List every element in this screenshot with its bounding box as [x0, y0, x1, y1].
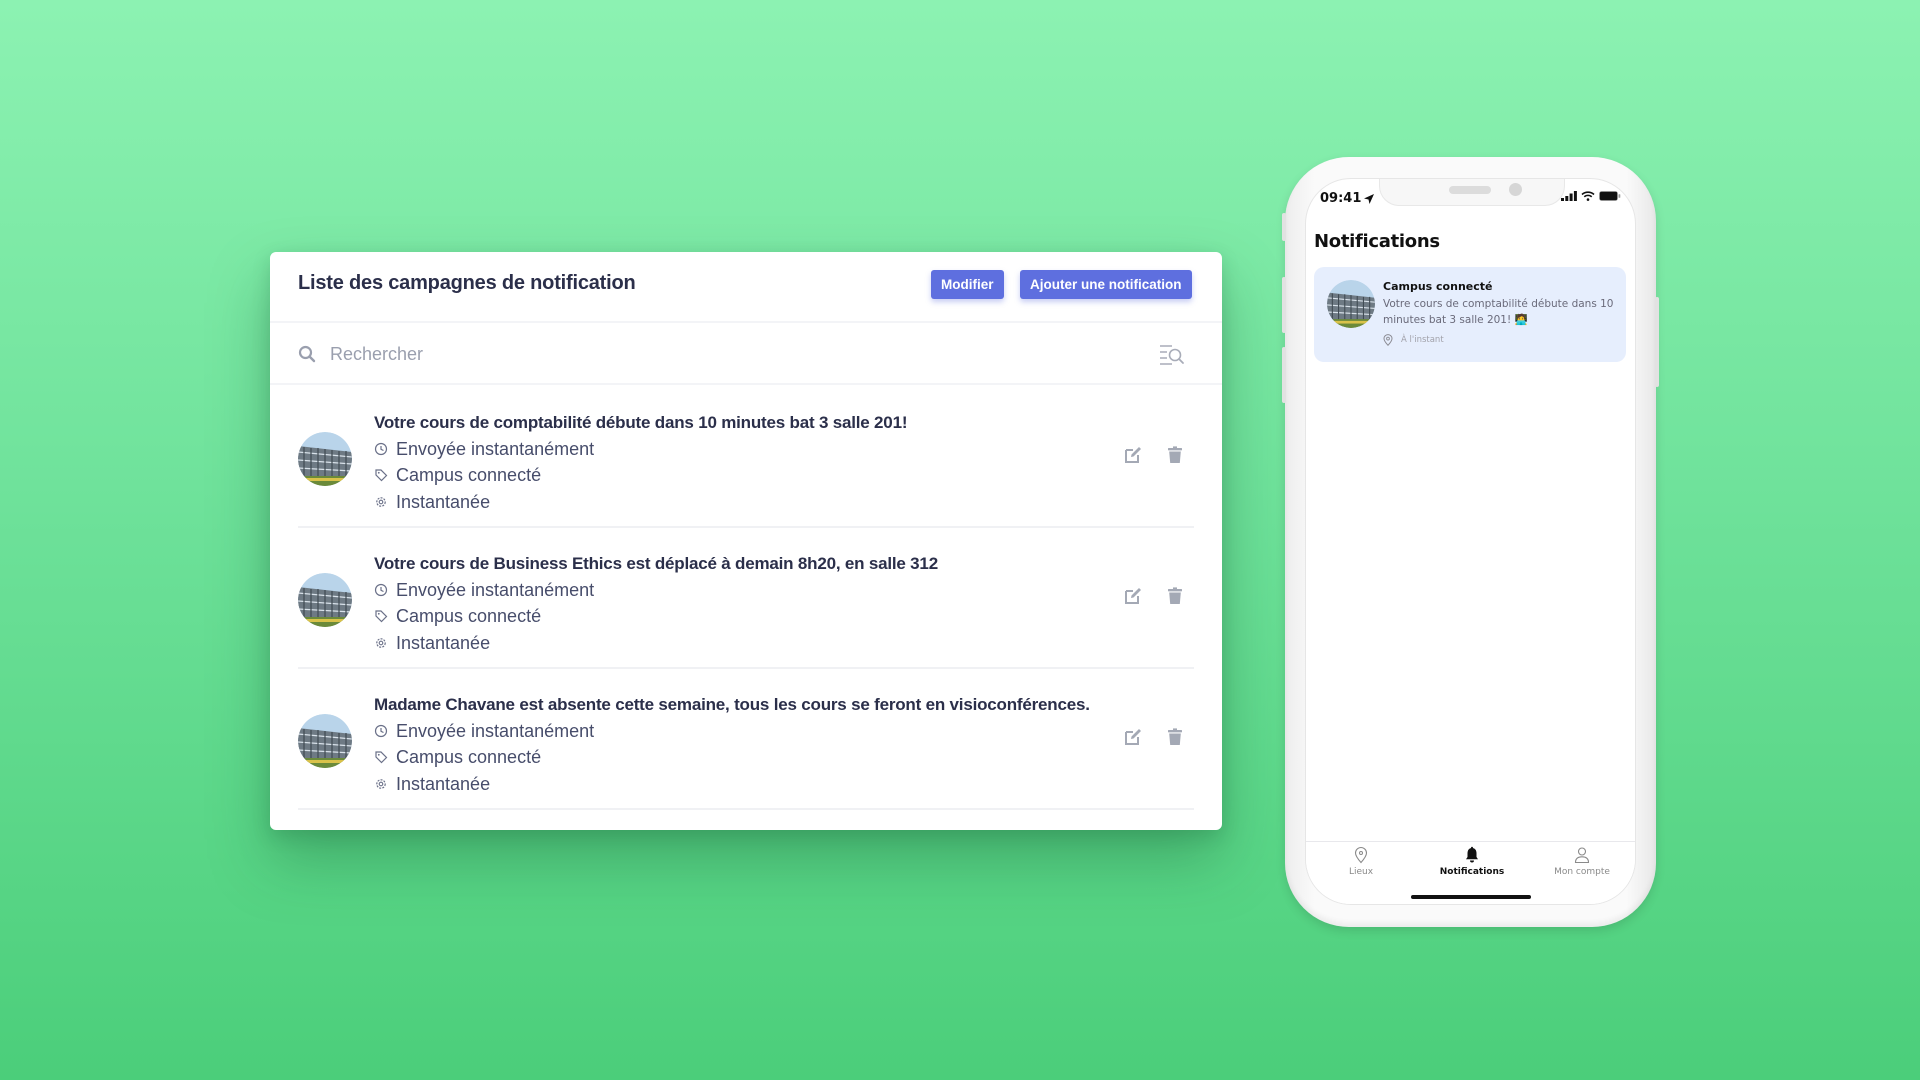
tab-notifications[interactable]: Notifications — [1417, 842, 1527, 892]
speaker-grille — [1449, 186, 1491, 194]
gear-icon — [376, 638, 386, 648]
bell-icon — [1466, 846, 1478, 863]
clock-icon — [374, 724, 388, 738]
notification-card[interactable]: Campus connecté Votre cours de comptabil… — [1314, 267, 1626, 362]
user-icon — [1574, 847, 1590, 864]
trash-icon[interactable] — [1164, 585, 1186, 607]
panel-header: Liste des campagnes de notification Modi… — [270, 252, 1222, 323]
trash-icon[interactable] — [1164, 726, 1186, 748]
gear-icon — [376, 779, 386, 789]
campaign-row[interactable]: Votre cours de comptabilité débute dans … — [298, 387, 1194, 528]
campaign-row[interactable]: Votre cours de Business Ethics est dépla… — [298, 528, 1194, 669]
campaign-row[interactable]: Madame Chavane est absente cette semaine… — [298, 669, 1194, 810]
phone-power-button — [1655, 297, 1659, 387]
edit-icon[interactable] — [1122, 444, 1144, 466]
search-icon — [298, 345, 316, 363]
edit-icon[interactable] — [1122, 726, 1144, 748]
notification-time: À l'instant — [1383, 334, 1444, 346]
status-bar-time: 09:41 — [1320, 191, 1375, 206]
phone-mute-switch — [1282, 213, 1286, 241]
home-indicator[interactable] — [1411, 895, 1531, 899]
campaign-tag: Campus connecté — [374, 745, 541, 769]
campaign-title: Votre cours de comptabilité débute dans … — [374, 413, 908, 432]
map-pin-icon — [1383, 334, 1393, 346]
notifications-screen-title: Notifications — [1314, 231, 1440, 252]
campaign-tag: Campus connecté — [374, 604, 541, 628]
status-bar-icons — [1561, 191, 1621, 201]
campaign-type: Instantanée — [374, 490, 490, 514]
tab-lieux[interactable]: Lieux — [1306, 842, 1416, 892]
campus-building-avatar — [298, 432, 352, 486]
campaign-title: Votre cours de Business Ethics est dépla… — [374, 554, 938, 573]
phone-mockup: 09:41 Notifications Campus connecté Votr… — [1282, 157, 1659, 927]
notification-body: Votre cours de comptabilité débute dans … — [1383, 298, 1614, 326]
campaign-sent-status: Envoyée instantanément — [374, 437, 594, 461]
campaign-type: Instantanée — [374, 772, 490, 796]
add-notification-button[interactable]: Ajouter une notification — [1020, 270, 1192, 299]
phone-volume-down — [1282, 347, 1286, 403]
wifi-icon — [1581, 191, 1595, 201]
campaign-tag: Campus connecté — [374, 463, 541, 487]
campaign-sent-status: Envoyée instantanément — [374, 578, 594, 602]
phone-volume-up — [1282, 277, 1286, 333]
edit-icon[interactable] — [1122, 585, 1144, 607]
search-input[interactable] — [330, 337, 1090, 371]
campaign-type: Instantanée — [374, 631, 490, 655]
notification-title: Campus connecté — [1383, 280, 1493, 293]
clock-icon — [374, 583, 388, 597]
filter-search-icon[interactable] — [1158, 343, 1186, 367]
tag-icon — [375, 751, 388, 764]
clock-icon — [374, 442, 388, 456]
search-bar — [270, 323, 1222, 385]
edit-button[interactable]: Modifier — [931, 270, 1004, 299]
cellular-signal-icon — [1561, 191, 1577, 201]
tag-icon — [375, 469, 388, 482]
campaign-list-panel: Liste des campagnes de notification Modi… — [270, 252, 1222, 830]
page-title: Liste des campagnes de notification — [298, 272, 636, 294]
battery-icon — [1599, 191, 1621, 201]
campaign-title: Madame Chavane est absente cette semaine… — [374, 695, 1090, 714]
campus-building-avatar — [298, 573, 352, 627]
campaign-list: Votre cours de comptabilité débute dans … — [298, 387, 1194, 810]
gear-icon — [376, 497, 386, 507]
phone-screen: 09:41 Notifications Campus connecté Votr… — [1305, 178, 1636, 905]
location-arrow-icon — [1364, 193, 1375, 204]
phone-notch — [1379, 179, 1565, 206]
map-pin-icon — [1354, 847, 1368, 864]
campaign-sent-status: Envoyée instantanément — [374, 719, 594, 743]
campus-building-avatar — [1327, 280, 1375, 328]
campus-building-avatar — [298, 714, 352, 768]
tag-icon — [375, 610, 388, 623]
trash-icon[interactable] — [1164, 444, 1186, 466]
tab-mon-compte[interactable]: Mon compte — [1527, 842, 1635, 892]
front-camera — [1509, 183, 1522, 196]
